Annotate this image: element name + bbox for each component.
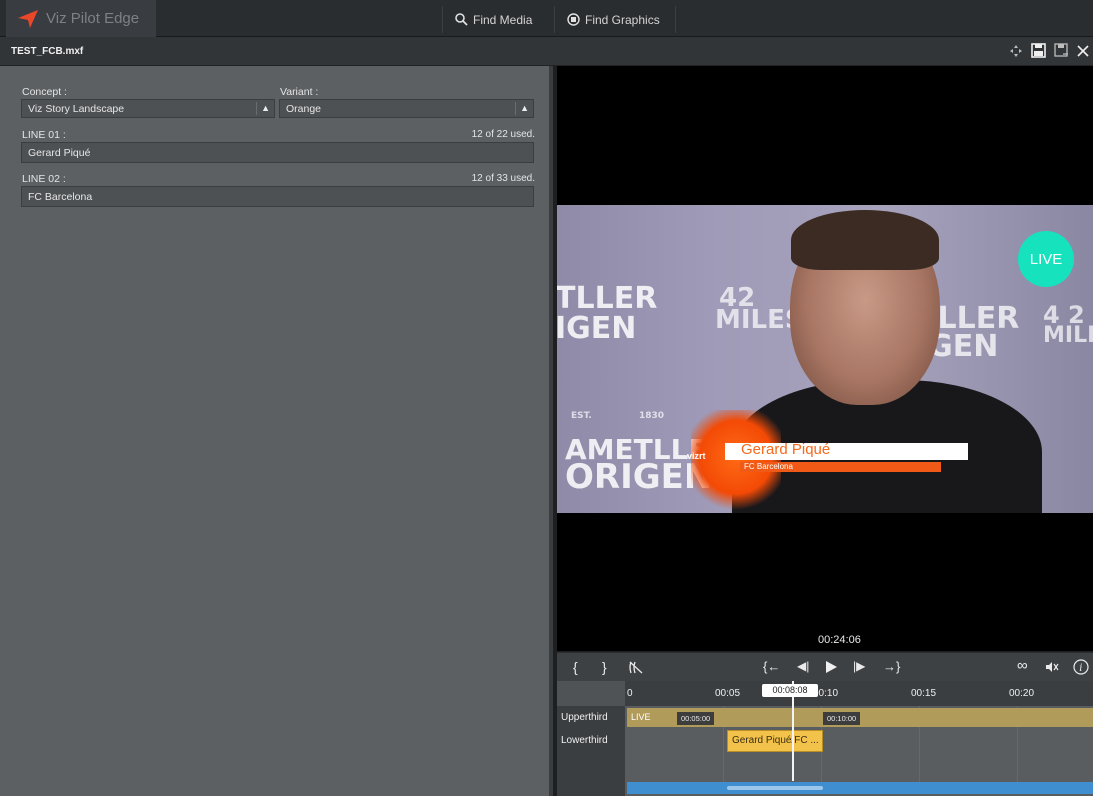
variant-label: Variant : [280,86,319,98]
line1-char-count: 12 of 22 used. [471,129,535,140]
ruler-tick: 00:15 [911,688,937,699]
line2-label: LINE 02 : [22,173,66,185]
find-graphics-tab[interactable]: Find Graphics [554,6,676,33]
variant-select[interactable]: Orange ▲︎ [279,99,534,118]
clear-marks-icon[interactable] [629,661,643,674]
bg-text-1830: 1830 [639,411,665,421]
track-label-lowerthird: Lowerthird [561,735,608,746]
mark-in-icon[interactable]: { [573,659,578,675]
upperthird-out-tag[interactable]: 00:05:00 [677,712,715,725]
save-as-icon[interactable] [1054,43,1069,58]
graphics-icon [567,13,580,26]
timeline-ruler[interactable]: 0 00:05 00:10 00:15 00:20 [625,681,1093,706]
step-forward-icon[interactable]: |▶︎ [853,659,865,673]
title-actions [1009,43,1089,58]
svg-text:i: i [1079,663,1082,674]
search-icon [455,13,468,26]
file-name: TEST_FCB.mxf [11,46,84,57]
step-back-icon[interactable]: ◀︎| [797,659,809,673]
concept-label: Concept : [22,86,67,98]
lowerthird-clip[interactable]: Gerard Piqué/FC ... [727,730,823,752]
transport-controls: { } {← ◀︎| |▶︎ →} ∞ i [557,652,1093,681]
upperthird-live-label: LIVE [631,712,651,722]
move-icon[interactable] [1009,44,1023,58]
go-to-out-icon[interactable]: →} [883,659,900,674]
find-media-label: Find Media [473,12,533,27]
select-arrows-icon: ▲︎ [256,102,270,115]
live-badge: LIVE [1018,231,1074,287]
live-badge-text: LIVE [1029,250,1063,268]
go-to-in-icon[interactable]: {← [763,659,780,674]
bg-text-miles-right: MILES [1043,323,1093,348]
find-media-tab[interactable]: Find Media [442,6,554,33]
save-icon[interactable] [1031,43,1046,58]
app-logo[interactable]: Viz Pilot Edge [6,0,156,37]
timeline-scroll-thumb[interactable] [727,786,823,790]
line2-value: FC Barcelona [28,190,93,203]
track-label-upperthird: Upperthird [561,712,608,723]
ruler-tick: 00:05 [715,688,741,699]
upperthird-tag-1: 00:05:00 [681,714,711,723]
mark-out-icon[interactable]: } [602,659,607,675]
lower-third-brand: vizrt [687,451,706,461]
lower-third-name: Gerard Piqué [741,441,831,458]
lower-third-sub: FC Barcelona [744,462,793,471]
select-arrows-icon: ▲︎ [515,102,529,115]
find-graphics-label: Find Graphics [585,12,660,27]
ruler-tick: 00:20 [1009,688,1035,699]
concept-value: Viz Story Landscape [28,102,125,115]
line1-value: Gerard Piqué [28,146,91,159]
video-preview: TLLER IGEN 42 MILES TLLER IGEN 4 2 MIL ES… [557,66,1093,651]
top-bar: Viz Pilot Edge Find Media Find Graphics [0,0,1093,37]
concept-select[interactable]: Viz Story Landscape ▲︎ [21,99,275,118]
document-title-bar: TEST_FCB.mxf [0,37,1093,66]
ruler-tick: 0 [627,688,633,699]
timeline: 0 00:05 00:10 00:15 00:20 Upperthird Low… [557,681,1093,796]
close-icon[interactable] [1077,44,1089,57]
bg-text-est: EST. [571,411,592,421]
info-icon[interactable]: i [1073,659,1089,675]
mute-icon[interactable] [1045,661,1059,673]
play-icon[interactable] [825,660,838,674]
person-hair [791,210,939,270]
lowerthird-clip-label: Gerard Piqué/FC ... [732,735,819,746]
bg-text-igen: IGEN [557,311,637,346]
viz-logo-icon [18,9,38,28]
upperthird-in-tag[interactable]: 00:10:00 [823,712,861,725]
track-labels: Upperthird Lowerthird [557,706,625,796]
loop-icon[interactable]: ∞ [1017,657,1028,674]
upperthird-tag-2: 00:10:00 [827,714,857,723]
template-form-panel: Concept : Viz Story Landscape ▲︎ Variant… [0,66,553,796]
playhead-time: 00:08:08 [762,684,818,697]
line2-char-count: 12 of 33 used. [471,173,535,184]
line1-input[interactable]: Gerard Piqué [21,142,534,163]
timeline-scrollbar[interactable] [627,782,1093,794]
line1-label: LINE 01 : [22,129,66,141]
variant-value: Orange [286,102,322,115]
video-frame: TLLER IGEN 42 MILES TLLER IGEN 4 2 MIL ES… [557,205,1093,513]
line2-input[interactable]: FC Barcelona [21,186,534,207]
app-name: Viz Pilot Edge [46,10,140,27]
preview-timecode: 00:24:06 [818,634,861,646]
